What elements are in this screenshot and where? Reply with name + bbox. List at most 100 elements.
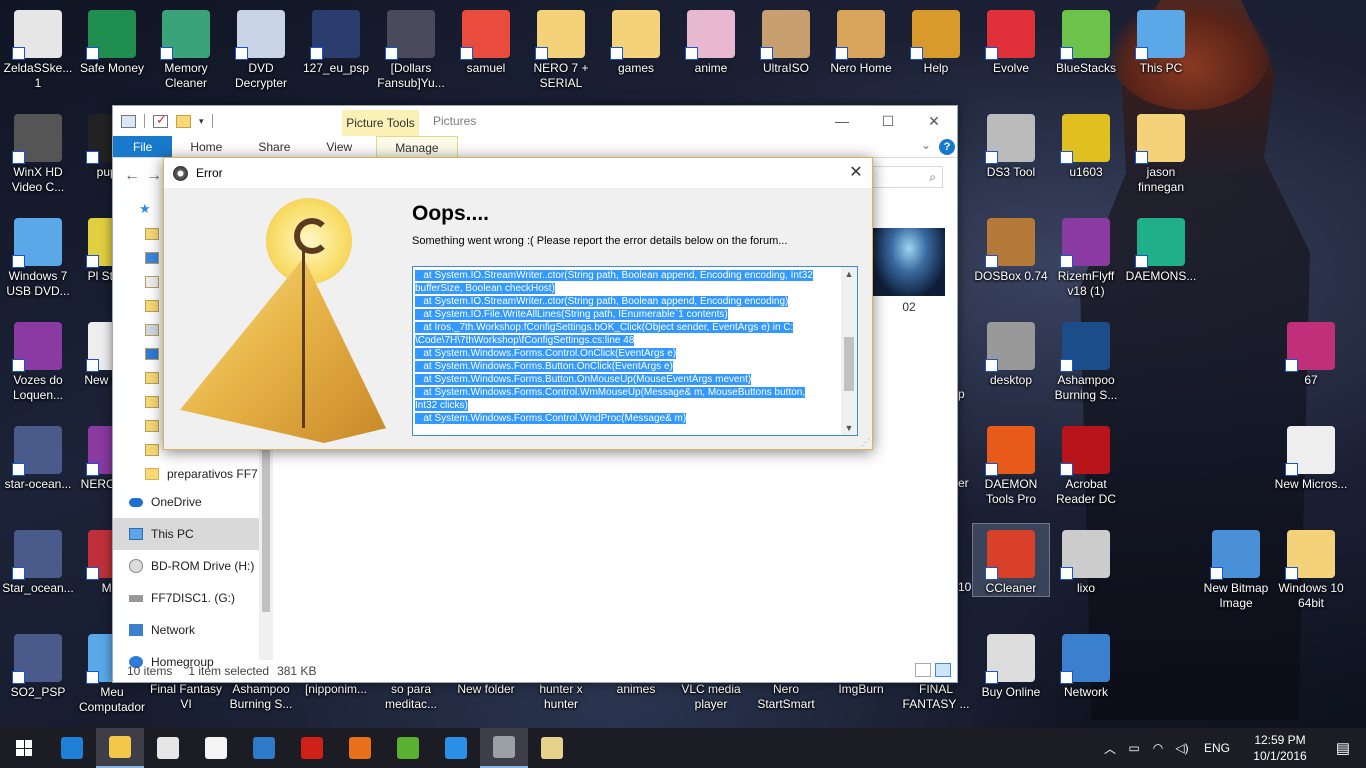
details-view-button[interactable] (915, 663, 931, 677)
taskbar-app-amazon[interactable] (192, 728, 240, 768)
desktop-icon-dollars-fansub[interactable]: [Dollars Fansub]Yu... (373, 4, 449, 91)
new-folder-icon[interactable] (176, 114, 191, 128)
start-button[interactable] (0, 728, 48, 768)
desktop-icon-network-desk[interactable]: Network (1048, 628, 1124, 700)
large-icons-view-button[interactable] (935, 663, 951, 677)
tab-manage[interactable]: Manage (376, 136, 458, 157)
desktop-icon-anime[interactable]: anime (673, 4, 749, 76)
window-icon[interactable] (121, 114, 136, 128)
desktop-icon-so2psp[interactable]: SO2_PSP (0, 628, 76, 700)
tab-share[interactable]: Share (240, 136, 308, 157)
desktop-icon-newmicros[interactable]: New Micros... (1273, 420, 1349, 492)
desktop-icon-hunter[interactable]: hunter x hunter (523, 682, 599, 712)
volume-icon[interactable]: ◁) (1170, 741, 1194, 755)
desktop-icon-desktop-ico[interactable]: desktop (973, 316, 1049, 388)
dialog-close-button[interactable]: ✕ (840, 158, 872, 188)
desktop-icon-label-partial[interactable]: er (958, 476, 969, 490)
expand-ribbon-icon[interactable]: ⌄ (921, 138, 931, 152)
desktop-icon-acrobat[interactable]: Acrobat Reader DC (1048, 420, 1124, 507)
desktop-icon-zeldasske[interactable]: ZeldaSSke... 1 (0, 4, 76, 91)
customize-qat-icon[interactable]: ▾ (199, 116, 204, 127)
desktop-icon-samuel[interactable]: samuel (448, 4, 524, 76)
taskbar-app-app-blue[interactable] (240, 728, 288, 768)
desktop-icon-127-eu-psp[interactable]: 127_eu_psp (298, 4, 374, 76)
taskbar-app-7th-heaven[interactable] (480, 728, 528, 768)
error-details-textbox[interactable]: at System.IO.StreamWriter..ctor(String p… (412, 266, 858, 436)
desktop-icon-memory-cleaner[interactable]: Memory Cleaner (148, 4, 224, 91)
desktop-icon-bluestacks[interactable]: BlueStacks (1048, 4, 1124, 76)
desktop-icon-games[interactable]: games (598, 4, 674, 76)
clock[interactable]: 12:59 PM 10/1/2016 (1240, 732, 1320, 764)
taskbar-app-edge[interactable] (48, 728, 96, 768)
desktop-icon-starocean1[interactable]: star-ocean... (0, 420, 76, 492)
back-button[interactable]: ← (121, 167, 143, 185)
scroll-up-icon[interactable]: ▲ (841, 269, 857, 279)
desktop-icon-newbitmap[interactable]: New Bitmap Image (1198, 524, 1274, 611)
help-icon[interactable]: ? (939, 139, 955, 155)
battery-icon[interactable]: ▭ (1122, 741, 1146, 755)
desktop-icon-sopara[interactable]: so para meditac... (373, 682, 449, 712)
desktop-icon-buyonline[interactable]: Buy Online (973, 628, 1049, 700)
desktop-icon-lixo[interactable]: lixo (1048, 524, 1124, 596)
desktop-icon-vozes[interactable]: Vozes do Loquen... (0, 316, 76, 403)
nav-item-network[interactable]: Network (113, 614, 273, 646)
desktop-icon-evolve[interactable]: Evolve (973, 4, 1049, 76)
desktop-icon-rizem[interactable]: RizemFlyff v18 (1) (1048, 212, 1124, 299)
taskbar-app-power[interactable] (288, 728, 336, 768)
taskbar-app-utorrent[interactable] (384, 728, 432, 768)
desktop-icon-winx[interactable]: WinX HD Video C... (0, 108, 76, 195)
file-label[interactable]: 02 (873, 300, 945, 314)
desktop-icon-finalfantasy[interactable]: FINAL FANTASY ... (898, 682, 974, 712)
desktop-icon-win10-64[interactable]: Windows 10 64bit (1273, 524, 1349, 611)
tab-home[interactable]: Home (172, 136, 240, 157)
details-scrollbar[interactable]: ▲ ▼ (841, 267, 857, 435)
desktop-icon-vlc[interactable]: VLC media player (673, 682, 749, 712)
close-button[interactable]: ✕ (911, 106, 957, 136)
desktop-icon-animes[interactable]: animes (598, 682, 674, 697)
desktop-icon-newfolder[interactable]: New folder (448, 682, 524, 697)
desktop-icon-dosbox[interactable]: DOSBox 0.74 (973, 212, 1049, 284)
desktop-icon-ultraiso[interactable]: UltraISO (748, 4, 824, 76)
desktop-icon-nerostart[interactable]: Nero StartSmart (748, 682, 824, 712)
nav-item-ff7disc1[interactable]: FF7DISC1. (G:) (113, 582, 273, 614)
action-center-icon[interactable]: ▤ (1320, 739, 1366, 757)
desktop-icon-label-partial[interactable]: p (958, 387, 965, 401)
desktop-icon-starocean2[interactable]: Star_ocean... (0, 524, 76, 596)
taskbar-app-firefox[interactable] (336, 728, 384, 768)
desktop-icon-daemon-tools[interactable]: DAEMON Tools Pro (973, 420, 1049, 507)
desktop-icon-i67[interactable]: 67 (1273, 316, 1349, 388)
desktop-icon-ccleaner[interactable]: CCleaner (972, 523, 1050, 597)
nav-item-bd-rom-drive[interactable]: BD-ROM Drive (H:) (113, 550, 273, 582)
resize-grip-icon[interactable]: ⋰ (861, 437, 870, 448)
desktop-icon-u1603[interactable]: u1603 (1048, 108, 1124, 180)
desktop-icon-jason[interactable]: jason finnegan (1123, 108, 1199, 195)
desktop-icon-ashampoo15[interactable]: Ashampoo Burning S... (1048, 316, 1124, 403)
scrollbar-thumb[interactable] (262, 432, 270, 612)
desktop-icon-this-pc-desk[interactable]: This PC (1123, 4, 1199, 76)
show-hidden-icons-icon[interactable]: ︿ (1098, 740, 1122, 757)
desktop-icon-safe-money[interactable]: Safe Money (74, 4, 150, 76)
minimize-button[interactable]: — (819, 106, 865, 136)
desktop-icon-label-partial[interactable]: 10 (958, 580, 971, 594)
desktop-icon-nipponim[interactable]: [nipponim... (298, 682, 374, 697)
properties-icon[interactable] (153, 112, 168, 128)
desktop-icon-ds3tool[interactable]: DS3 Tool (973, 108, 1049, 180)
desktop-icon-dvd-decrypter[interactable]: DVD Decrypter (223, 4, 299, 91)
tab-view[interactable]: View (308, 136, 370, 157)
tab-file[interactable]: File (113, 136, 173, 157)
desktop-icon-nero-home[interactable]: Nero Home (823, 4, 899, 76)
desktop-icon-imgburn[interactable]: ImgBurn (823, 682, 899, 697)
desktop-icon-nero7[interactable]: NERO 7 + SERIAL (523, 4, 599, 91)
taskbar-app-file-explorer[interactable] (96, 728, 144, 768)
nav-item-preparativos-ff7[interactable]: preparativos FF7 (113, 462, 273, 486)
taskbar-app-paint[interactable] (528, 728, 576, 768)
stack-trace-text[interactable]: at System.IO.StreamWriter..ctor(String p… (415, 269, 841, 425)
taskbar-app-store[interactable] (144, 728, 192, 768)
forward-button[interactable]: → (143, 167, 165, 185)
maximize-button[interactable]: ☐ (865, 106, 911, 136)
scrollbar-thumb[interactable] (844, 337, 854, 391)
desktop-icon-win7usb[interactable]: Windows 7 USB DVD... (0, 212, 76, 299)
desktop-icon-help[interactable]: Help (898, 4, 974, 76)
input-language[interactable]: ENG (1194, 741, 1240, 755)
desktop-icon-ff6[interactable]: Final Fantasy VI (148, 682, 224, 712)
